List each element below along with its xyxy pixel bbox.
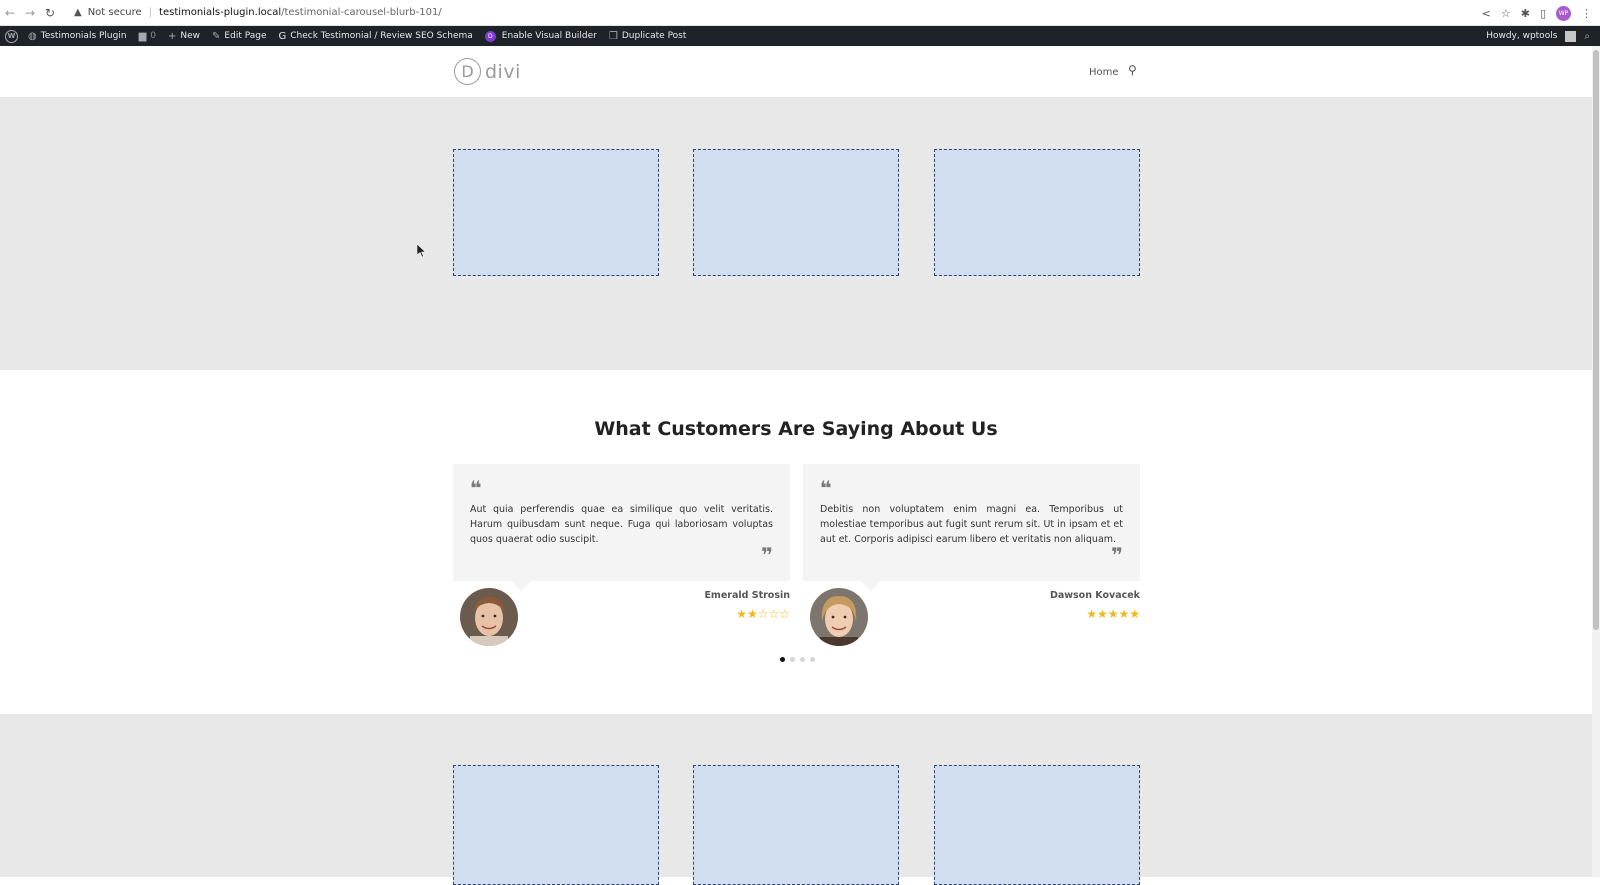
- duplicate-icon: ❐: [608, 30, 618, 42]
- adminbar-right: Howdy, wptools ⌕: [1486, 26, 1594, 46]
- sidepanel-icon[interactable]: ▯: [1540, 7, 1546, 20]
- site-header: D divi Home ⚲: [0, 46, 1592, 98]
- card-notch: [511, 581, 531, 591]
- placeholder-box: [693, 149, 899, 276]
- adminbar-comments[interactable]: ▆ 0: [139, 31, 156, 42]
- testimonials-section: What Customers Are Saying About Us ❝ Aut…: [0, 370, 1592, 714]
- star-rating-value: ★★★★★: [1086, 607, 1140, 621]
- carousel-dot-4[interactable]: [810, 657, 815, 662]
- adminbar-visual-builder[interactable]: D Enable Visual Builder: [484, 30, 597, 42]
- testimonial-text: Debitis non voluptatem enim magni ea. Te…: [820, 504, 1123, 545]
- placeholder-box: [693, 765, 899, 885]
- placeholder-section-bottom: [0, 714, 1592, 885]
- warning-icon[interactable]: ▲: [74, 7, 82, 18]
- header-search-icon[interactable]: ⚲: [1128, 63, 1137, 77]
- url-host: testimonials-plugin.local: [159, 7, 282, 18]
- star-rating: ★★★★★: [1020, 607, 1140, 621]
- avatar: [810, 588, 868, 646]
- howdy-greeting[interactable]: Howdy, wptools: [1486, 31, 1557, 41]
- adminbar-new[interactable]: + New: [168, 31, 200, 42]
- quote-close-icon: ❞: [761, 543, 773, 567]
- address-bar[interactable]: testimonials-plugin.local/testimonial-ca…: [159, 7, 442, 18]
- testimonial-author: Dawson Kovacek: [1049, 590, 1140, 601]
- seo-check-label: Check Testimonial / Review SEO Schema: [290, 31, 473, 41]
- carousel-dot-1[interactable]: [780, 657, 785, 662]
- carousel-pagination: [780, 657, 815, 662]
- search-icon[interactable]: ⌕: [1584, 31, 1590, 42]
- placeholder-box: [934, 149, 1140, 276]
- quote-close-icon: ❞: [1111, 543, 1123, 567]
- placeholder-box: [453, 765, 659, 885]
- browser-menu-icon[interactable]: ⋮: [1581, 7, 1592, 20]
- wordpress-logo-icon[interactable]: W: [5, 29, 18, 43]
- adminbar-edit-page[interactable]: ✎ Edit Page: [212, 31, 266, 42]
- profile-avatar[interactable]: WP: [1556, 5, 1571, 21]
- bookmark-star-icon[interactable]: ☆: [1501, 7, 1511, 20]
- testimonial-author: Emerald Strosin: [704, 590, 790, 601]
- testimonial-text: Aut quia perferendis quae ea similique q…: [470, 504, 773, 545]
- new-label: New: [180, 31, 201, 41]
- logo-text: divi: [485, 60, 521, 83]
- adminbar-duplicate[interactable]: ❐ Duplicate Post: [609, 31, 687, 42]
- back-arrow-icon[interactable]: ←: [0, 6, 20, 20]
- adminbar-site-name[interactable]: ◍ Testimonials Plugin: [28, 31, 127, 42]
- scrollbar-thumb[interactable]: [1593, 50, 1599, 630]
- carousel-dot-2[interactable]: [790, 657, 795, 662]
- site-name-label: Testimonials Plugin: [40, 31, 127, 41]
- google-g-icon: G: [278, 30, 287, 42]
- testimonial-card[interactable]: ❝ Aut quia perferendis quae ea similique…: [453, 464, 790, 591]
- page-scrollbar[interactable]: [1592, 46, 1600, 877]
- testimonial-card[interactable]: ❝ Debitis non voluptatem enim magni ea. …: [803, 464, 1140, 591]
- avatar: [460, 588, 518, 646]
- star-rating: ★★☆☆☆: [670, 607, 790, 621]
- placeholder-section-top: [0, 98, 1592, 370]
- placeholder-box: [934, 765, 1140, 885]
- logo-circle: D: [454, 58, 481, 85]
- star-rating-value: ★★☆☆☆: [736, 607, 790, 621]
- placeholder-box: [453, 149, 659, 276]
- user-avatar[interactable]: [1565, 30, 1577, 42]
- mouse-cursor-icon: [417, 244, 427, 258]
- edit-page-label: Edit Page: [224, 31, 267, 41]
- url-separator: |: [148, 7, 153, 18]
- quote-open-icon: ❝: [820, 476, 832, 500]
- menu-item-home[interactable]: Home: [1089, 67, 1119, 78]
- carousel-dot-3[interactable]: [800, 657, 805, 662]
- forward-arrow-icon[interactable]: →: [20, 6, 40, 20]
- share-icon[interactable]: <: [1482, 7, 1491, 20]
- browser-toolbar: ← → ↻ ▲ Not secure | testimonials-plugin…: [0, 0, 1600, 26]
- adminbar-seo-check[interactable]: G Check Testimonial / Review SEO Schema: [279, 31, 473, 42]
- security-label[interactable]: Not secure: [88, 7, 142, 18]
- pencil-icon: ✎: [212, 30, 221, 42]
- plus-icon: +: [168, 30, 177, 42]
- section-heading: What Customers Are Saying About Us: [594, 418, 998, 440]
- card-notch: [861, 581, 881, 591]
- divi-icon: D: [484, 30, 496, 42]
- browser-actions: < ☆ ✱ ▯ WP ⋮: [1482, 0, 1592, 26]
- extensions-puzzle-icon[interactable]: ✱: [1521, 7, 1530, 20]
- reload-icon[interactable]: ↻: [40, 6, 60, 20]
- wp-admin-bar: W ◍ Testimonials Plugin ▆ 0 + New ✎ Edit…: [0, 26, 1600, 46]
- url-path: /testimonial-carousel-blurb-101/: [281, 7, 442, 18]
- comment-bubble-icon: ▆: [138, 30, 147, 42]
- site-logo[interactable]: D divi: [454, 58, 521, 85]
- quote-open-icon: ❝: [470, 476, 482, 500]
- comments-count: 0: [150, 31, 156, 41]
- dashboard-icon: ◍: [28, 30, 37, 42]
- duplicate-label: Duplicate Post: [621, 31, 687, 41]
- visual-builder-label: Enable Visual Builder: [501, 31, 597, 41]
